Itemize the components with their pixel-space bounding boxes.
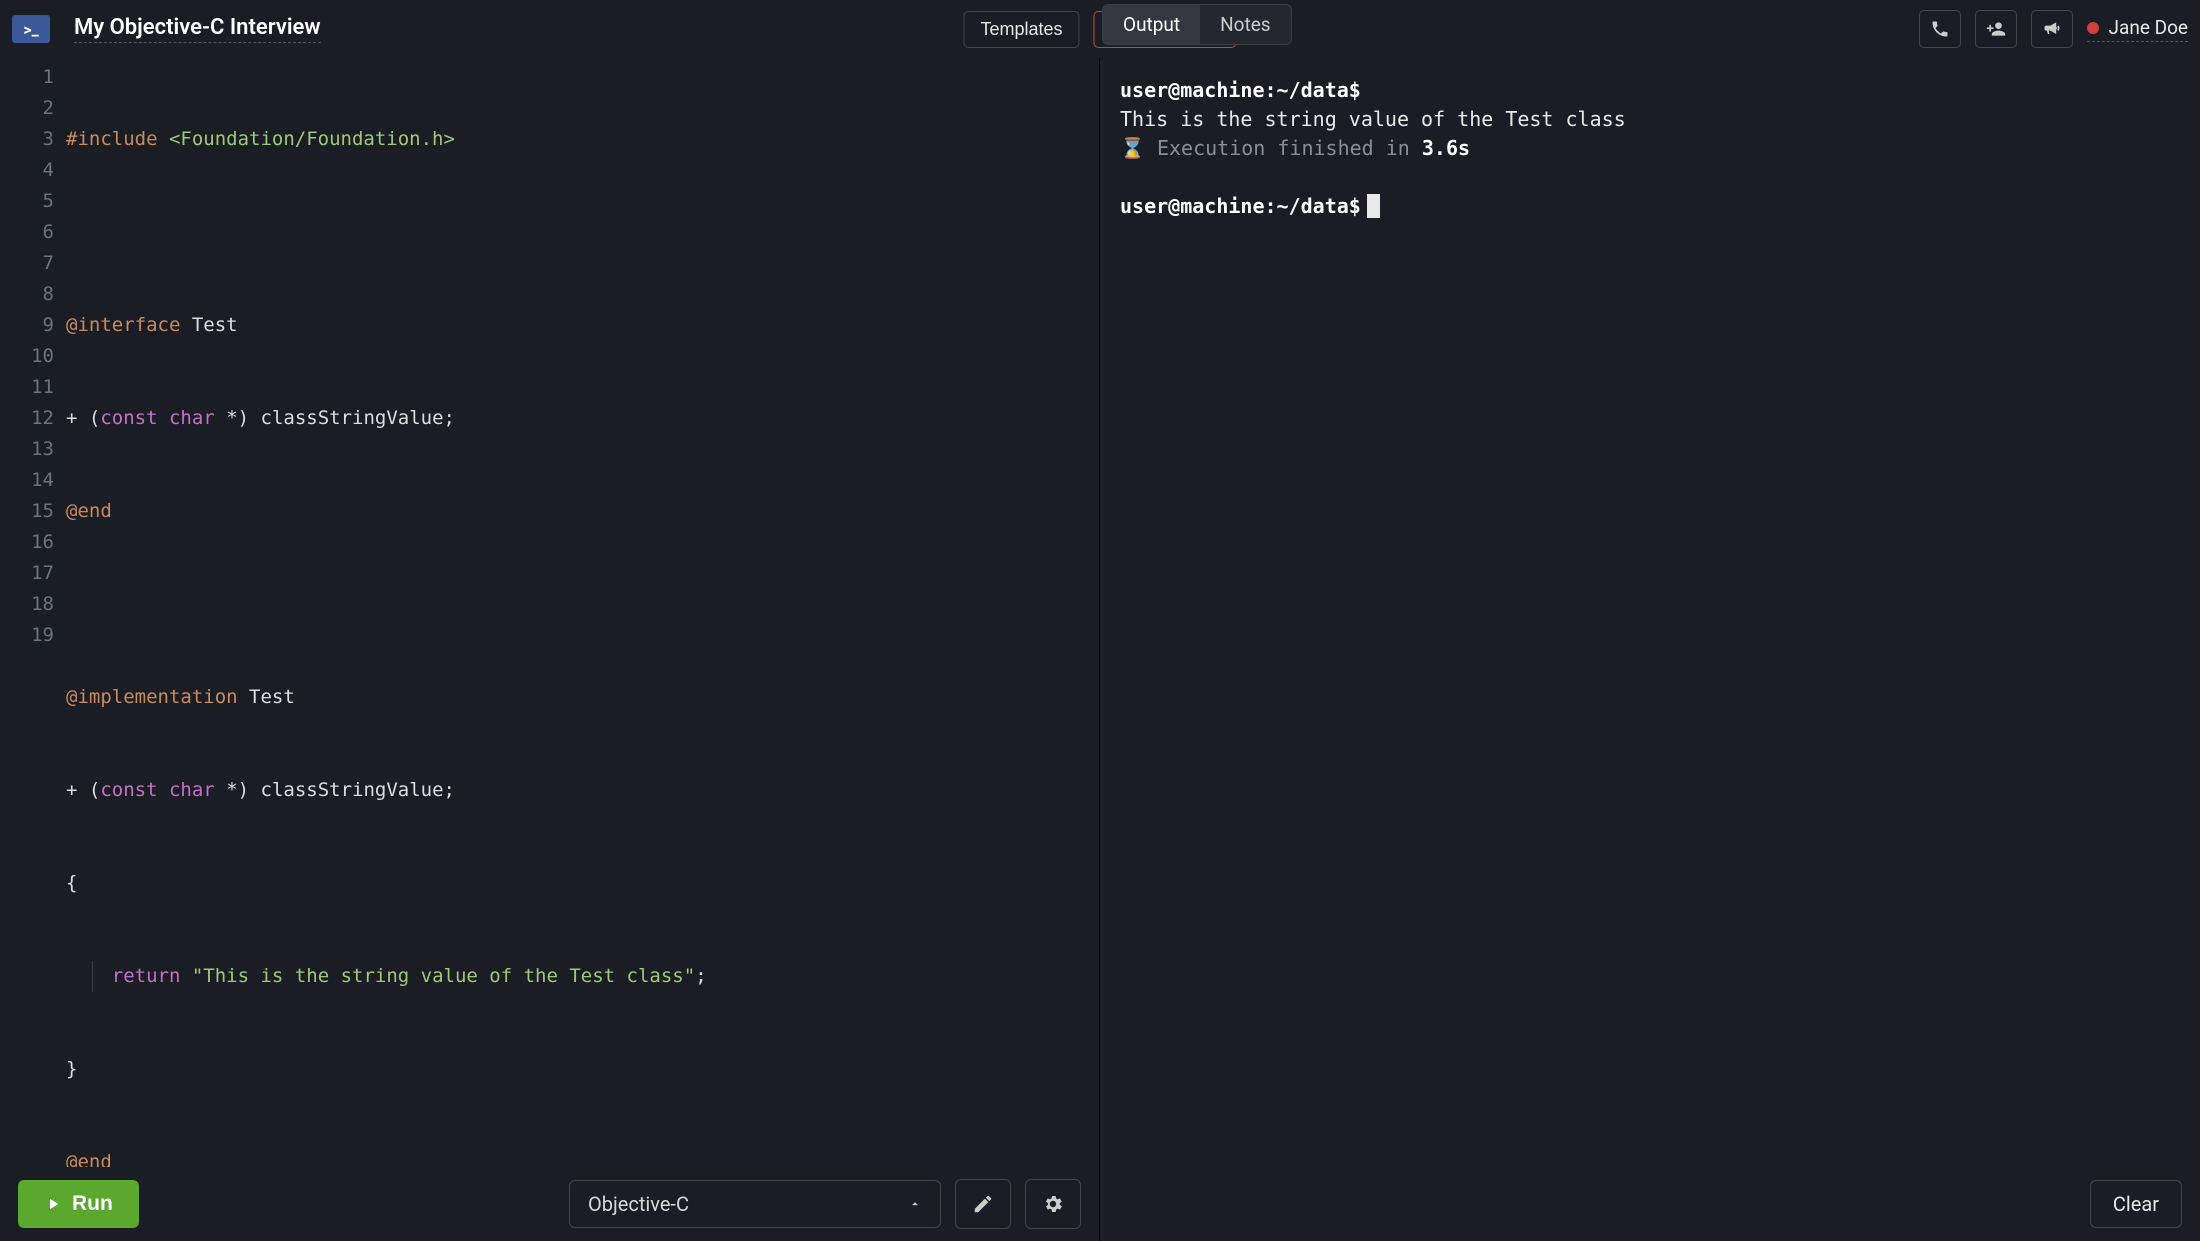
run-button-label: Run <box>72 1192 113 1216</box>
play-icon <box>44 1195 62 1213</box>
output-notes-tabs: Output Notes <box>1102 4 1292 45</box>
terminal-output[interactable]: user@machine:~/data$ This is the string … <box>1100 58 2200 1167</box>
top-bar: >_ My Objective-C Interview Templates En… <box>0 0 2200 58</box>
interview-title[interactable]: My Objective-C Interview <box>74 15 321 43</box>
user-chip[interactable]: Jane Doe <box>2087 16 2188 42</box>
language-select[interactable]: Objective-C <box>569 1180 941 1228</box>
execution-time: 3.6s <box>1422 136 1470 160</box>
app-logo[interactable]: >_ <box>12 15 50 43</box>
chevron-up-icon <box>908 1197 922 1211</box>
line-gutter: 1 2 3 4 5 6 7 8 9 10 11 12 13 14 15 16 1… <box>0 62 66 1167</box>
settings-button[interactable] <box>1025 1179 1081 1229</box>
editor-pane: 1 2 3 4 5 6 7 8 9 10 11 12 13 14 15 16 1… <box>0 58 1100 1241</box>
edit-button[interactable] <box>955 1179 1011 1229</box>
terminal-cursor <box>1367 194 1380 218</box>
tab-output[interactable]: Output <box>1103 5 1200 44</box>
code-editor[interactable]: 1 2 3 4 5 6 7 8 9 10 11 12 13 14 15 16 1… <box>0 58 1099 1167</box>
output-pane: user@machine:~/data$ This is the string … <box>1100 58 2200 1241</box>
phone-icon <box>1930 19 1950 39</box>
terminal-prompt: user@machine:~/data$ <box>1120 78 1361 102</box>
pencil-icon <box>972 1193 994 1215</box>
terminal-icon: >_ <box>23 20 38 39</box>
megaphone-icon <box>2042 19 2062 39</box>
templates-button[interactable]: Templates <box>963 11 1079 48</box>
status-dot-icon <box>2087 22 2099 34</box>
user-plus-icon <box>1986 19 2006 39</box>
clear-button[interactable]: Clear <box>2090 1180 2182 1228</box>
language-label: Objective-C <box>588 1192 689 1216</box>
code-body[interactable]: #include <Foundation/Foundation.h> @inte… <box>66 62 1099 1167</box>
terminal-prompt: user@machine:~/data$ <box>1120 194 1361 218</box>
hourglass-icon: ⌛ <box>1120 136 1145 160</box>
execution-status: Execution finished in <box>1145 136 1422 160</box>
call-button[interactable] <box>1919 10 1961 48</box>
tab-notes[interactable]: Notes <box>1200 5 1291 44</box>
user-name-label: Jane Doe <box>2109 16 2188 39</box>
announce-button[interactable] <box>2031 10 2073 48</box>
gear-icon <box>1042 1193 1064 1215</box>
terminal-line: This is the string value of the Test cla… <box>1120 107 1626 131</box>
run-button[interactable]: Run <box>18 1180 139 1228</box>
invite-button[interactable] <box>1975 10 2017 48</box>
output-footer: Clear <box>1100 1167 2200 1241</box>
main-area: 1 2 3 4 5 6 7 8 9 10 11 12 13 14 15 16 1… <box>0 58 2200 1241</box>
editor-footer: Run Objective-C <box>0 1167 1099 1241</box>
